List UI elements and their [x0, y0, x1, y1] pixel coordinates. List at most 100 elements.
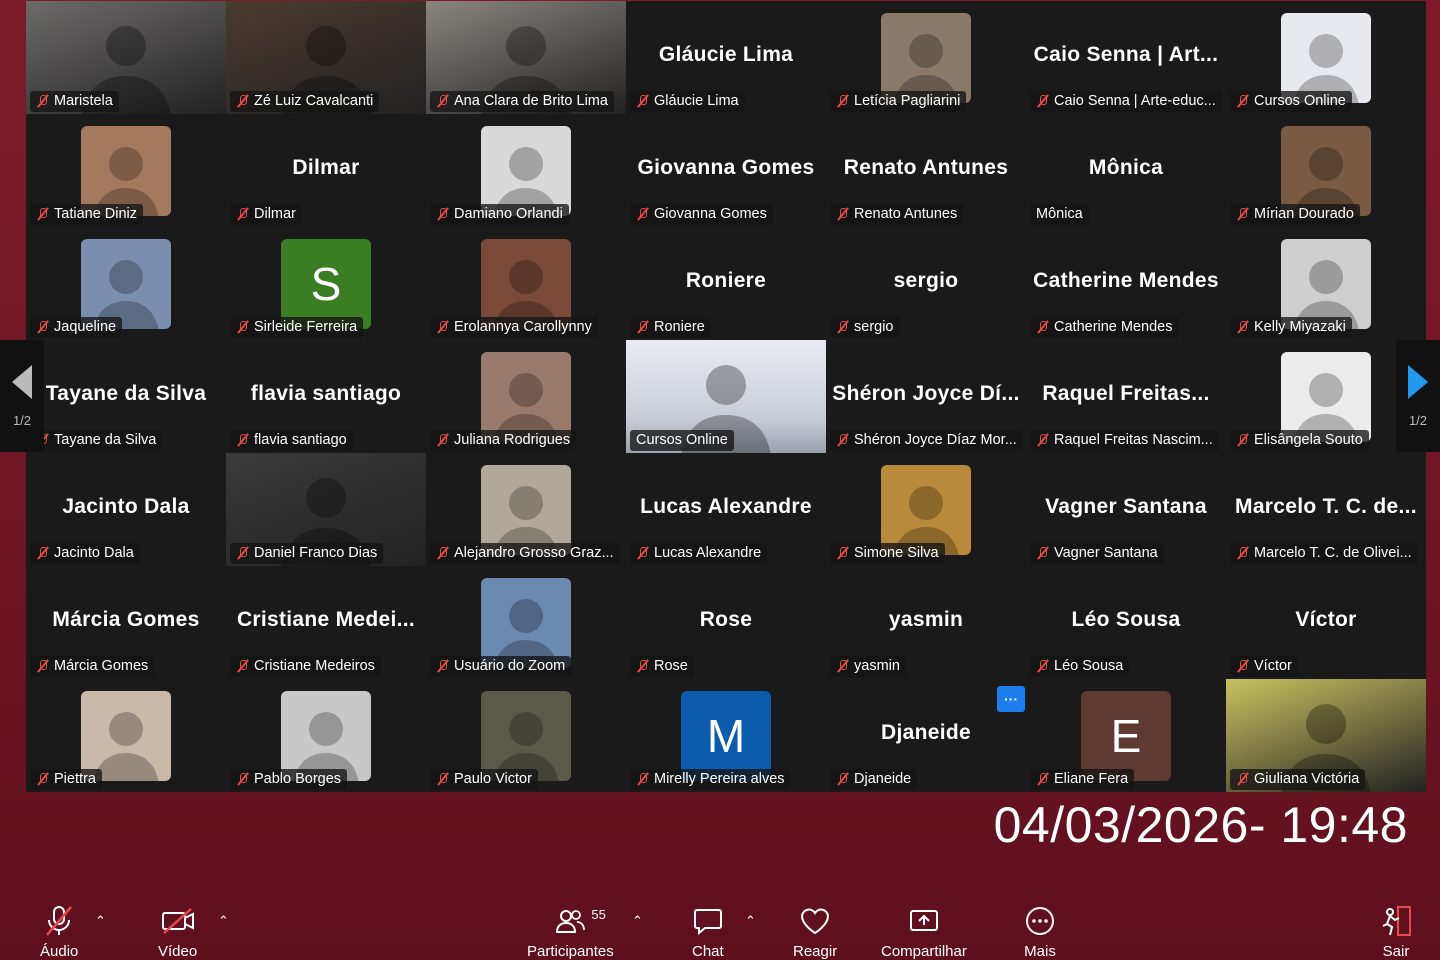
- participant-display-name: Shéron Joyce Dí...: [832, 382, 1020, 405]
- participant-name-text: Ana Clara de Brito Lima: [454, 93, 608, 109]
- mic-muted-icon: [636, 546, 650, 560]
- participant-name-label: Cristiane Medeiros: [230, 656, 381, 677]
- audio-options-caret[interactable]: ⌃: [95, 913, 106, 929]
- participant-tile-giuliana-victoria[interactable]: Giuliana Victória: [1226, 679, 1426, 792]
- participant-tile-jaqueline[interactable]: Jaqueline: [26, 227, 226, 340]
- share-screen-icon: [908, 905, 940, 937]
- participant-tile-rose[interactable]: Rose Rose: [626, 566, 826, 679]
- participant-tile-erolannya-carollynny[interactable]: Erolannya Carollynny: [426, 227, 626, 340]
- participant-tile-giovanna-gomes[interactable]: Giovanna Gomes Giovanna Gomes: [626, 114, 826, 227]
- participant-name-label: Víctor: [1230, 656, 1298, 677]
- participant-tile-leo-sousa[interactable]: Léo Sousa Léo Sousa: [1026, 566, 1226, 679]
- participant-tile-cursos-online[interactable]: Cursos Online: [626, 340, 826, 453]
- react-button[interactable]: Reagir: [793, 905, 837, 960]
- participant-name-text: Pablo Borges: [254, 771, 342, 787]
- participant-name-text: Giovanna Gomes: [654, 206, 767, 222]
- share-screen-button[interactable]: Compartilhar: [881, 905, 967, 960]
- participant-tile-monica[interactable]: Mônica Mônica: [1026, 114, 1226, 227]
- audio-button[interactable]: Áudio: [40, 905, 78, 960]
- participant-display-name: Djaneide: [881, 721, 971, 744]
- participant-tile-tatiane-diniz[interactable]: Tatiane Diniz: [26, 114, 226, 227]
- participant-tile-marcelo-t-c-de-olivei[interactable]: Marcelo T. C. de... Marcelo T. C. de Oliv…: [1226, 453, 1426, 566]
- more-button[interactable]: Mais: [1024, 905, 1056, 960]
- participant-tile-juliana-rodrigues[interactable]: Juliana Rodrigues: [426, 340, 626, 453]
- participant-tile-victor[interactable]: Víctor Víctor: [1226, 566, 1426, 679]
- participant-name-text: Juliana Rodrigues: [454, 432, 571, 448]
- participant-display-name: Caio Senna | Art...: [1033, 43, 1219, 66]
- participant-tile-roniere[interactable]: Roniere Roniere: [626, 227, 826, 340]
- participant-tile-leticia-pagliarini[interactable]: Letícia Pagliarini: [826, 1, 1026, 114]
- participant-tile-eliane-fera[interactable]: E Eliane Fera: [1026, 679, 1226, 792]
- prev-page-button[interactable]: 1/2: [0, 340, 44, 452]
- participant-tile-kelly-miyazaki[interactable]: Kelly Miyazaki: [1226, 227, 1426, 340]
- participant-avatar: [1281, 13, 1371, 103]
- participant-tile-usuario-do-zoom[interactable]: Usuário do Zoom: [426, 566, 626, 679]
- participant-name-text: Djaneide: [854, 771, 912, 787]
- participant-name-label: Piettra: [30, 769, 102, 790]
- chat-options-caret[interactable]: ⌃: [745, 913, 756, 929]
- participant-avatar: [481, 126, 571, 216]
- participant-tile-maristela[interactable]: Maristela: [26, 1, 226, 114]
- participant-tile-alejandro-grosso-graz[interactable]: Alejandro Grosso Graz...: [426, 453, 626, 566]
- participant-tile-yasmin[interactable]: yasmin yasmin: [826, 566, 1026, 679]
- participant-tile-paulo-victor[interactable]: Paulo Victor: [426, 679, 626, 792]
- participant-tile-damiano-orlandi[interactable]: Damiano Orlandi: [426, 114, 626, 227]
- participant-tile-flavia-santiago[interactable]: flavia santiago flavia santiago: [226, 340, 426, 453]
- participant-name-text: Rose: [654, 658, 688, 674]
- participant-tile-jacinto-dala[interactable]: Jacinto Dala Jacinto Dala: [26, 453, 226, 566]
- participant-tile-cristiane-medeiros[interactable]: Cristiane Medei... Cristiane Medeiros: [226, 566, 426, 679]
- chat-button[interactable]: Chat: [692, 905, 724, 960]
- participant-tile-pablo-borges[interactable]: Pablo Borges: [226, 679, 426, 792]
- participants-button[interactable]: 55 Participantes: [527, 905, 614, 960]
- participant-tile-marcia-gomes[interactable]: Márcia Gomes Márcia Gomes: [26, 566, 226, 679]
- participant-tile-catherine-mendes[interactable]: Catherine Mendes Catherine Mendes: [1026, 227, 1226, 340]
- participant-tile-cursos-online[interactable]: Cursos Online: [1226, 1, 1426, 114]
- participant-tile-sergio[interactable]: sergio sergio: [826, 227, 1026, 340]
- participant-tile-caio-senna-arte-educ[interactable]: Caio Senna | Art... Caio Senna | Arte-edu…: [1026, 1, 1226, 114]
- participant-name-text: Jacinto Dala: [54, 545, 134, 561]
- mic-muted-icon: [1236, 772, 1250, 786]
- page-indicator-left: 1/2: [12, 412, 32, 428]
- mic-muted-icon: [836, 433, 850, 447]
- participant-display-name: Víctor: [1295, 608, 1357, 631]
- participant-display-name: Léo Sousa: [1071, 608, 1181, 631]
- mic-muted-icon: [1036, 433, 1050, 447]
- participant-tile-vagner-santana[interactable]: Vagner Santana Vagner Santana: [1026, 453, 1226, 566]
- mic-muted-icon: [836, 207, 850, 221]
- participant-tile-ana-clara-de-brito-lima[interactable]: Ana Clara de Brito Lima: [426, 1, 626, 114]
- participant-display-name: Giovanna Gomes: [637, 156, 815, 179]
- participants-options-caret[interactable]: ⌃: [632, 913, 643, 929]
- participant-tile-lucas-alexandre[interactable]: Lucas Alexandre Lucas Alexandre: [626, 453, 826, 566]
- participant-name-text: Piettra: [54, 771, 96, 787]
- participant-name-label: Lucas Alexandre: [630, 543, 768, 564]
- participant-tile-daniel-franco-dias[interactable]: Daniel Franco Dias: [226, 453, 426, 566]
- tile-more-options-button[interactable]: ···: [997, 686, 1025, 712]
- participant-tile-glaucie-lima[interactable]: Gláucie Lima Gláucie Lima: [626, 1, 826, 114]
- participant-tile-ze-luiz-cavalcanti[interactable]: Zé Luiz Cavalcanti: [226, 1, 426, 114]
- exit-door-icon: [1380, 905, 1412, 937]
- participant-tile-raquel-freitas-nascim[interactable]: Raquel Freitas... Raquel Freitas Nascim..…: [1026, 340, 1226, 453]
- participant-tile-renato-antunes[interactable]: Renato Antunes Renato Antunes: [826, 114, 1026, 227]
- video-options-caret[interactable]: ⌃: [218, 913, 229, 929]
- mic-muted-icon: [636, 207, 650, 221]
- participant-tile-mirelly-pereira-alves[interactable]: M Mirelly Pereira alves: [626, 679, 826, 792]
- participant-name-label: Dilmar: [230, 204, 302, 225]
- participant-name-text: Tayane da Silva: [54, 432, 157, 448]
- mic-muted-icon: [236, 320, 250, 334]
- participant-tile-tayane-da-silva[interactable]: Tayane da Silva Tayane da Silva: [26, 340, 226, 453]
- participant-tile-simone-silva[interactable]: Simone Silva: [826, 453, 1026, 566]
- next-page-button[interactable]: 1/2: [1396, 340, 1440, 452]
- participant-avatar: [81, 691, 171, 781]
- participant-name-label: Roniere: [630, 317, 711, 338]
- participant-tile-sheron-joyce-diaz-mor[interactable]: Shéron Joyce Dí... Shéron Joyce Díaz Mor.…: [826, 340, 1026, 453]
- participant-tile-mirian-dourado[interactable]: Mírian Dourado: [1226, 114, 1426, 227]
- participant-name-label: Jaqueline: [30, 317, 123, 338]
- mic-muted-icon: [636, 320, 650, 334]
- leave-button[interactable]: Sair: [1380, 905, 1412, 960]
- participant-tile-dilmar[interactable]: Dilmar Dilmar: [226, 114, 426, 227]
- participant-tile-piettra[interactable]: Piettra: [26, 679, 226, 792]
- participant-tile-sirleide-ferreira[interactable]: S Sirleide Ferreira: [226, 227, 426, 340]
- participant-tile-djaneide[interactable]: Djaneide Djaneide: [826, 679, 1026, 792]
- participant-name-label: Elisângela Souto: [1230, 430, 1369, 451]
- video-button[interactable]: Vídeo: [158, 905, 197, 960]
